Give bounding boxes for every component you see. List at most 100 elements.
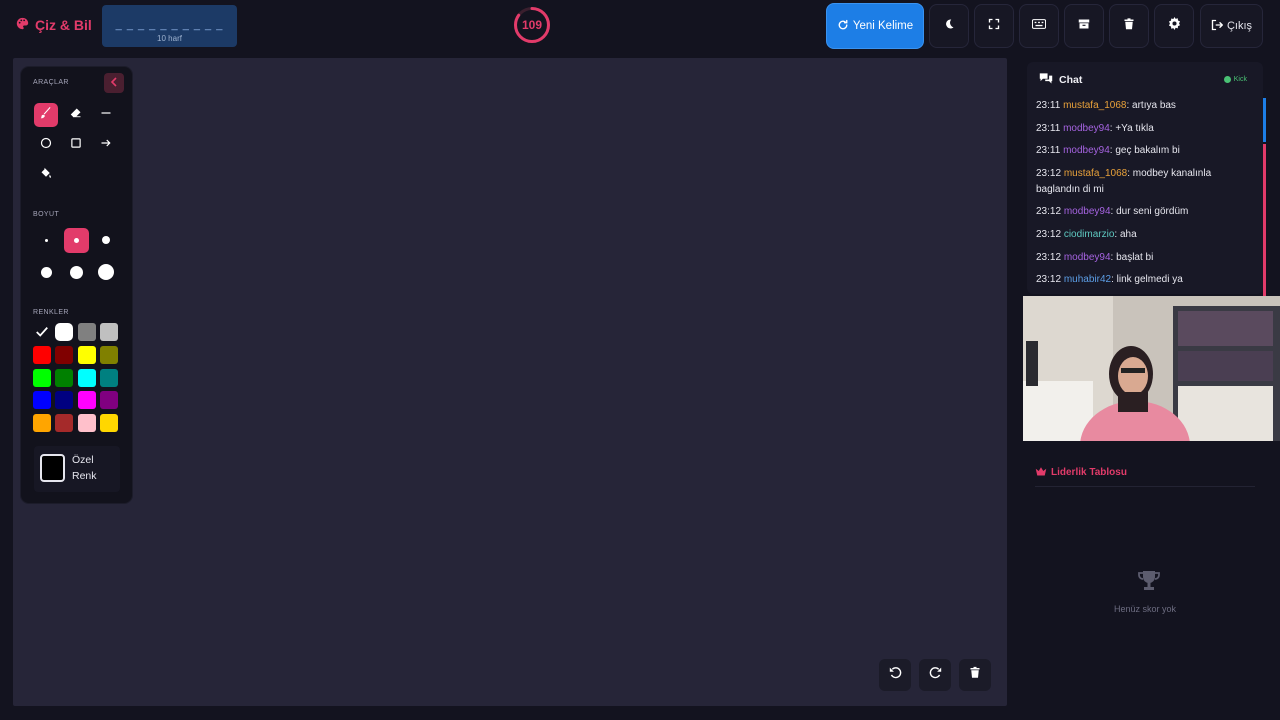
- color-swatch[interactable]: [100, 414, 118, 432]
- keyboard-button[interactable]: [1019, 4, 1059, 48]
- leaderboard-empty-text: Henüz skor yok: [1113, 604, 1177, 614]
- fullscreen-icon: [988, 17, 1000, 35]
- line-tool[interactable]: [94, 103, 118, 127]
- leaderboard-panel: Liderlik Tablosu Henüz skor yok: [1027, 450, 1263, 700]
- color-swatch[interactable]: [78, 369, 96, 387]
- color-swatch[interactable]: [100, 323, 118, 341]
- drawing-canvas[interactable]: [13, 58, 1007, 706]
- fullscreen-button[interactable]: [974, 4, 1014, 48]
- message-time: 23:11: [1036, 100, 1061, 111]
- color-swatch[interactable]: [55, 414, 73, 432]
- color-swatch[interactable]: [33, 346, 51, 364]
- size-sm[interactable]: [64, 228, 89, 253]
- message-user[interactable]: modbey94: [1064, 252, 1111, 263]
- comments-icon: [1039, 72, 1053, 87]
- rectangle-tool[interactable]: [64, 133, 88, 157]
- tools-title: ARAÇLAR: [33, 79, 69, 86]
- webcam-overlay: [1023, 296, 1280, 441]
- message-user[interactable]: modbey94: [1063, 145, 1110, 156]
- size-xxl[interactable]: [94, 260, 118, 284]
- exit-button[interactable]: Çıkış: [1200, 4, 1263, 48]
- color-swatch[interactable]: [33, 323, 51, 341]
- fill-tool[interactable]: [34, 163, 58, 187]
- palette-icon: [16, 17, 29, 33]
- custom-color-picker[interactable]: Özel Renk: [34, 446, 120, 492]
- chat-scrollbar-track[interactable]: [1263, 98, 1266, 142]
- platform-name: Kick: [1233, 76, 1247, 83]
- brand-name: Çiz & Bil: [35, 17, 92, 33]
- keyboard-icon: [1031, 17, 1047, 35]
- message-user[interactable]: ciodimarzio: [1064, 229, 1115, 240]
- circle-tool[interactable]: [34, 133, 58, 157]
- chat-message: 23:11 mustafa_1068: artıya bas: [1036, 98, 1250, 114]
- color-swatch[interactable]: [100, 391, 118, 409]
- color-swatch[interactable]: [78, 346, 96, 364]
- color-swatch[interactable]: [33, 391, 51, 409]
- color-swatch[interactable]: [33, 414, 51, 432]
- chat-panel: Chat Kick 23:11 mustafa_1068: artıya bas…: [1027, 62, 1266, 296]
- size-lg[interactable]: [34, 260, 58, 284]
- message-user[interactable]: mustafa_1068: [1063, 100, 1126, 111]
- collapse-panel-button[interactable]: [104, 73, 124, 93]
- circle-icon: [40, 136, 52, 154]
- timer-value: 109: [521, 18, 543, 32]
- message-user[interactable]: modbey94: [1064, 206, 1111, 217]
- chat-message: 23:12 modbey94: dur seni gördüm: [1036, 204, 1250, 220]
- message-user[interactable]: mustafa_1068: [1064, 168, 1127, 179]
- message-time: 23:12: [1036, 274, 1062, 286]
- platform-badge: Kick: [1223, 76, 1247, 83]
- eraser-tool[interactable]: [64, 103, 88, 127]
- leaderboard-title: Liderlik Tablosu: [1051, 467, 1127, 478]
- paint-bucket-icon: [40, 166, 52, 184]
- exit-label: Çıkış: [1226, 20, 1253, 32]
- chat-message: 23:11 modbey94: geç bakalım bi: [1036, 143, 1250, 159]
- message-time: 23:11: [1036, 122, 1061, 134]
- color-swatch[interactable]: [55, 391, 73, 409]
- new-word-label: Yeni Kelime: [852, 20, 914, 32]
- message-text: : link gelmedi ya: [1111, 274, 1183, 286]
- gear-icon: [1168, 17, 1181, 35]
- redo-button[interactable]: [919, 659, 951, 691]
- new-word-button[interactable]: Yeni Kelime: [826, 3, 924, 49]
- undo-icon: [889, 666, 902, 684]
- message-text: : +Ya tıkla: [1109, 122, 1154, 134]
- moon-icon: [943, 17, 955, 35]
- redo-icon: [929, 666, 942, 684]
- size-xs[interactable]: [34, 228, 58, 252]
- message-user[interactable]: muhabir42: [1064, 274, 1111, 285]
- color-swatch[interactable]: [78, 414, 96, 432]
- size-title: BOYUT: [33, 211, 60, 218]
- color-swatch[interactable]: [55, 369, 73, 387]
- dark-mode-button[interactable]: [929, 4, 969, 48]
- color-swatch[interactable]: [100, 369, 118, 387]
- sidebar: Chat Kick 23:11 mustafa_1068: artıya bas…: [1023, 58, 1280, 706]
- size-xl[interactable]: [64, 260, 88, 284]
- check-icon: [36, 327, 48, 337]
- color-swatch[interactable]: [78, 323, 96, 341]
- arrow-tool[interactable]: [94, 133, 118, 157]
- brush-tool[interactable]: [34, 103, 58, 127]
- message-time: 23:12: [1036, 206, 1062, 218]
- color-swatch[interactable]: [55, 323, 73, 341]
- message-time: 23:12: [1036, 228, 1062, 240]
- brand[interactable]: Çiz & Bil: [16, 17, 92, 33]
- message-time: 23:11: [1036, 145, 1061, 157]
- trash-icon: [969, 666, 981, 684]
- undo-button[interactable]: [879, 659, 911, 691]
- color-swatch[interactable]: [55, 346, 73, 364]
- color-swatch[interactable]: [100, 346, 118, 364]
- chat-scrollbar[interactable]: [1263, 144, 1266, 296]
- message-time: 23:12: [1036, 251, 1062, 263]
- clear-canvas-button[interactable]: [959, 659, 991, 691]
- color-swatch[interactable]: [33, 369, 51, 387]
- custom-color-label: Özel Renk: [72, 454, 97, 482]
- archive-button[interactable]: [1064, 4, 1104, 48]
- size-md[interactable]: [94, 228, 118, 252]
- color-swatch[interactable]: [78, 391, 96, 409]
- delete-button[interactable]: [1109, 4, 1149, 48]
- message-user[interactable]: modbey94: [1063, 123, 1110, 134]
- trash-icon: [1123, 17, 1135, 35]
- settings-button[interactable]: [1154, 4, 1194, 48]
- status-dot-icon: [1223, 76, 1231, 83]
- divider: [1035, 486, 1255, 487]
